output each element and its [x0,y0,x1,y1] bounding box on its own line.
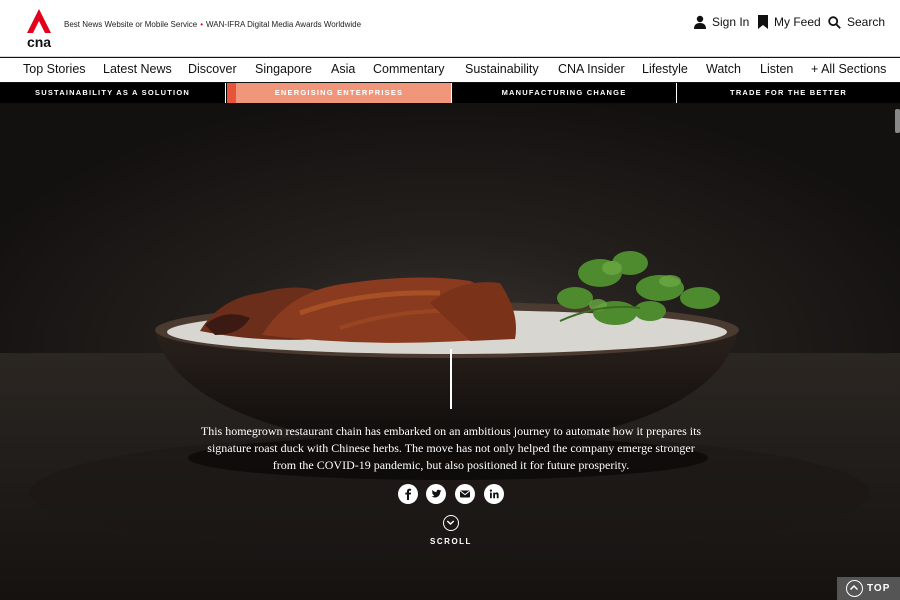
award-banner: Best News Website or Mobile Service • WAN-… [64,20,361,29]
linkedin-icon [489,489,499,499]
scroll-label: SCROLL [430,537,472,546]
active-tab-accent [227,83,236,103]
award-org: WAN-IFRA Digital Media Awards Worldwide [206,20,362,29]
email-icon [460,490,470,498]
search-icon [828,15,841,29]
my-feed-label: My Feed [774,15,821,29]
share-twitter-button[interactable] [426,484,446,504]
tab-manufacturing-change[interactable]: MANUFACTURING CHANGE [452,83,676,103]
share-email-button[interactable] [455,484,475,504]
tab-divider [225,83,226,103]
chevron-up-icon [846,580,863,597]
nav-item-listen[interactable]: Listen [760,62,793,76]
twitter-icon [431,489,442,498]
share-linkedin-button[interactable] [484,484,504,504]
hero-section: This homegrown restaurant chain has emba… [0,103,900,600]
nav-item-asia[interactable]: Asia [331,62,355,76]
hero-divider-line [450,349,452,409]
nav-item-top-stories[interactable]: Top Stories [23,62,86,76]
scroll-down-button[interactable] [443,515,459,531]
back-to-top-button[interactable]: TOP [837,577,900,600]
nav-item-discover[interactable]: Discover [188,62,237,76]
nav-item-singapore[interactable]: Singapore [255,62,312,76]
bookmark-icon [758,15,768,29]
site-header: cna Best News Website or Mobile Service •… [0,0,900,57]
chevron-down-icon [446,520,455,526]
search-label: Search [847,15,886,29]
tab-trade-for-the-better[interactable]: TRADE FOR THE BETTER [677,83,900,103]
logo-text: cna [27,34,51,49]
sign-in-link[interactable]: Sign In [694,15,749,29]
nav-item-all-sections[interactable]: + All Sections [811,62,886,76]
award-separator: • [200,20,204,29]
nav-item-latest-news[interactable]: Latest News [103,62,172,76]
search-link[interactable]: Search [828,15,885,29]
sign-in-label: Sign In [712,15,750,29]
award-title: Best News Website or Mobile Service [64,20,198,29]
my-feed-link[interactable]: My Feed [758,15,821,29]
nav-item-lifestyle[interactable]: Lifestyle [642,62,688,76]
tab-energising-enterprises[interactable]: ENERGISING ENTERPRISES [227,83,451,103]
tab-sustainability-as-a-solution[interactable]: SUSTAINABILITY AS A SOLUTION [0,83,225,103]
share-facebook-button[interactable] [398,484,418,504]
primary-nav: Top Stories Latest News Discover Singapo… [0,58,900,82]
facebook-icon [405,488,412,500]
series-nav: SUSTAINABILITY AS A SOLUTION ENERGISING … [0,83,900,103]
page-scrollbar[interactable] [895,109,900,133]
user-icon [694,15,706,29]
cna-logo[interactable]: cna [23,7,55,49]
nav-item-sustainability[interactable]: Sustainability [465,62,539,76]
nav-item-cna-insider[interactable]: CNA Insider [558,62,625,76]
nav-item-watch[interactable]: Watch [706,62,741,76]
back-to-top-label: TOP [867,583,891,594]
nav-item-commentary[interactable]: Commentary [373,62,445,76]
hero-description: This homegrown restaurant chain has emba… [200,424,702,472]
